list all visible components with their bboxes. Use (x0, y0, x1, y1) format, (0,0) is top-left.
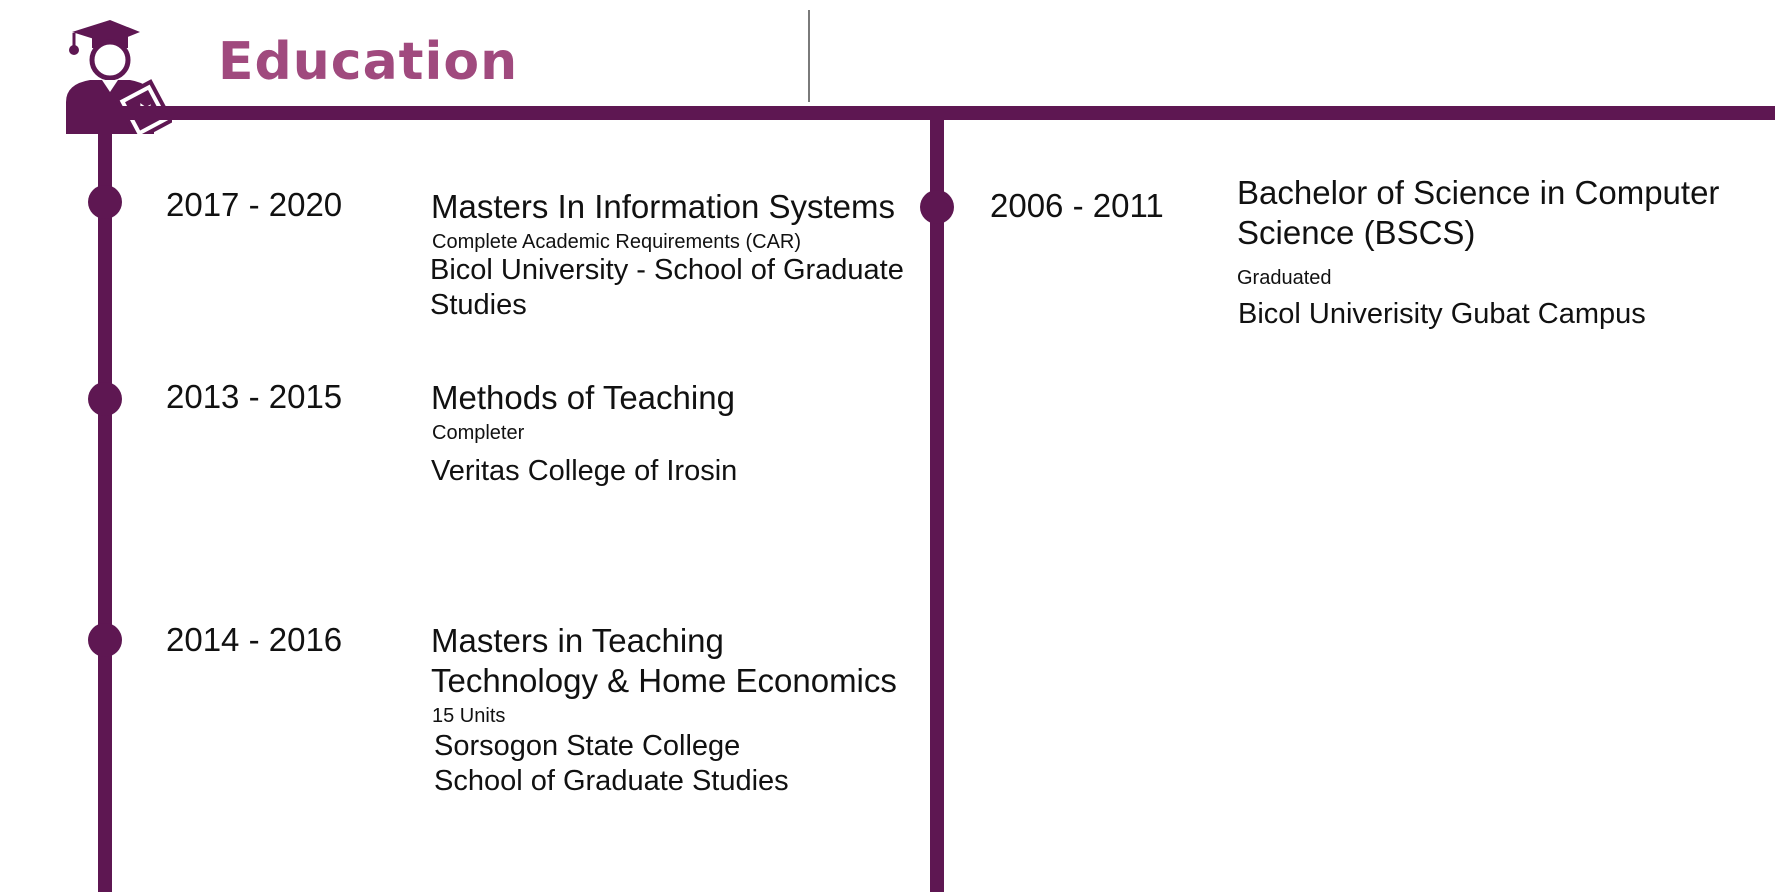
school-line: Sorsogon State College (434, 730, 741, 762)
entry-years: 2017 - 2020 (166, 186, 343, 223)
timeline-dot (88, 623, 122, 657)
timeline-dot (88, 185, 122, 219)
entry-degree: Masters in Teaching Technology & Home Ec… (431, 621, 897, 701)
entry-school: Bicol Univerisity Gubat Campus (1238, 297, 1646, 332)
entry-school: Veritas College of Irosin (431, 454, 737, 489)
school-line: Bicol Univerisity Gubat Campus (1238, 298, 1646, 330)
entry-status: Completer (432, 422, 525, 444)
entry-degree: Methods of Teaching (431, 379, 735, 416)
degree-line: Bachelor of Science in Computer (1237, 174, 1720, 211)
header-rule (66, 106, 1775, 120)
entry-status: Graduated (1237, 267, 1332, 289)
timeline-line-left (98, 108, 112, 892)
school-line: Veritas College of Irosin (431, 455, 738, 487)
school-line: Bicol University - School of Graduate (430, 254, 904, 286)
timeline-line-right (930, 108, 944, 892)
school-line: Studies (430, 289, 527, 321)
section-title: Education (218, 32, 519, 92)
entry-status: 15 Units (432, 705, 506, 727)
entry-school: Sorsogon State College School of Graduat… (434, 729, 789, 799)
timeline-dot (920, 190, 954, 224)
degree-line: Science (BSCS) (1237, 214, 1476, 251)
degree-line: Technology & Home Economics (431, 662, 897, 699)
entry-status: Complete Academic Requirements (CAR) (432, 231, 802, 253)
entry-years: 2013 - 2015 (166, 378, 343, 415)
entry-school: Bicol University - School of Graduate St… (430, 253, 904, 323)
degree-line: Masters in Teaching (431, 622, 724, 659)
entry-years: 2006 - 2011 (990, 187, 1164, 224)
entry-degree: Masters In Information Systems (431, 188, 895, 225)
entry-degree: Bachelor of Science in Computer Science … (1237, 173, 1719, 253)
entry-years: 2014 - 2016 (166, 621, 343, 658)
timeline-dot (88, 382, 122, 416)
header-divider (808, 10, 810, 102)
school-line: School of Graduate Studies (434, 765, 789, 797)
